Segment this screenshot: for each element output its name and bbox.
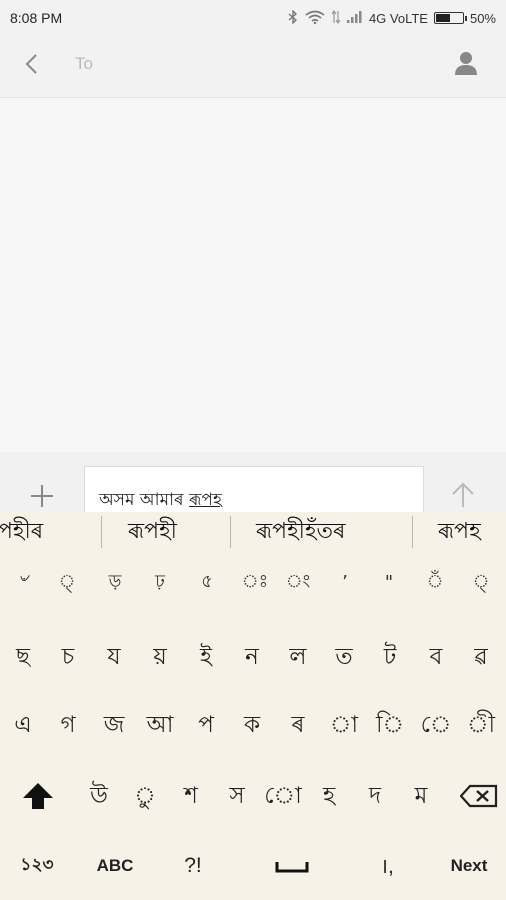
send-button[interactable] bbox=[448, 480, 478, 510]
message-text: অসম আমাৰ bbox=[99, 490, 189, 510]
backspace-icon bbox=[460, 784, 498, 808]
suggestion-bar: পহীৰ ৰূপহী ৰূপহীহঁতৰ ৰূপহ bbox=[0, 512, 506, 552]
key[interactable]: ী bbox=[462, 697, 500, 753]
key[interactable]: ছ bbox=[4, 629, 42, 685]
bluetooth-icon bbox=[287, 8, 299, 27]
data-arrows-icon bbox=[331, 9, 341, 27]
suggestion-4[interactable]: ৰূপহ bbox=[438, 512, 481, 552]
wifi-icon bbox=[305, 10, 325, 27]
key-row-4: ১২৩ ABC ?! ।, Next bbox=[0, 836, 506, 896]
key[interactable]: ঢ় bbox=[140, 562, 180, 602]
numbers-key[interactable]: ১২৩ bbox=[12, 836, 62, 896]
back-button[interactable] bbox=[18, 50, 48, 80]
key-row-2: এ গ জ আ প ক ৰ া ি ে ী bbox=[0, 697, 506, 753]
key[interactable]: ং bbox=[283, 562, 313, 602]
key[interactable]: ব bbox=[417, 629, 455, 685]
punctuation-key[interactable]: ?! bbox=[168, 836, 218, 896]
suggestion-3[interactable]: ৰূপহীহঁতৰ bbox=[256, 512, 345, 552]
key[interactable]: ঃ bbox=[240, 562, 270, 602]
key[interactable]: া bbox=[325, 697, 363, 753]
key[interactable]: ্ bbox=[466, 562, 496, 602]
key[interactable]: ু bbox=[126, 768, 164, 824]
key-row-3: উ ু শ স ো হ দ ম bbox=[0, 768, 506, 824]
key[interactable]: ৱ bbox=[462, 629, 500, 685]
key[interactable]: প bbox=[187, 697, 225, 753]
key[interactable]: এ bbox=[4, 697, 42, 753]
key[interactable]: ৫ bbox=[192, 562, 222, 602]
key[interactable]: ে bbox=[417, 697, 455, 753]
key[interactable]: ই bbox=[187, 629, 225, 685]
person-icon bbox=[455, 52, 477, 75]
status-bar: 8:08 PM 4G VoLTE 50% bbox=[0, 0, 506, 36]
suggestion-2[interactable]: ৰূপহী bbox=[128, 512, 177, 552]
divider bbox=[412, 516, 413, 548]
compose-header: To bbox=[0, 36, 506, 98]
key[interactable]: হ bbox=[310, 768, 348, 824]
key[interactable]: য় bbox=[141, 629, 179, 685]
backspace-key[interactable] bbox=[456, 768, 502, 824]
key[interactable]: ৰ bbox=[279, 697, 317, 753]
key[interactable]: জ bbox=[95, 697, 133, 753]
shift-icon bbox=[23, 783, 53, 809]
shift-key[interactable] bbox=[18, 768, 58, 824]
key[interactable]: স bbox=[218, 768, 256, 824]
key[interactable]: ট bbox=[371, 629, 409, 685]
key-row-0: ৺ ্ ড় ঢ় ৫ ঃ ং ’ " ঁ ্ bbox=[0, 562, 506, 602]
contact-picker-button[interactable] bbox=[450, 48, 482, 80]
key[interactable]: ন bbox=[233, 629, 271, 685]
key[interactable]: ্ bbox=[52, 562, 82, 602]
key[interactable]: ত bbox=[325, 629, 363, 685]
key[interactable]: ’ bbox=[330, 562, 360, 602]
composing-word: ৰূপহ bbox=[188, 490, 222, 510]
keyboard: পহীৰ ৰূপহী ৰূপহীহঁতৰ ৰূপহ ৺ ্ ড় ঢ় ৫ ঃ … bbox=[0, 512, 506, 900]
battery-percent: 50% bbox=[469, 10, 496, 26]
key[interactable]: শ bbox=[172, 768, 210, 824]
divider bbox=[230, 516, 231, 548]
key[interactable]: ড় bbox=[95, 562, 135, 602]
key[interactable]: য bbox=[95, 629, 133, 685]
next-key[interactable]: Next bbox=[440, 836, 498, 896]
key[interactable]: চ bbox=[49, 629, 87, 685]
status-indicators: 4G VoLTE 50% bbox=[287, 8, 496, 27]
key[interactable]: ো bbox=[264, 768, 302, 824]
key[interactable]: আ bbox=[141, 697, 179, 753]
key[interactable]: ম bbox=[402, 768, 440, 824]
message-input[interactable]: অসম আমাৰ ৰূপহ bbox=[84, 466, 424, 516]
key[interactable]: উ bbox=[80, 768, 118, 824]
key[interactable]: " bbox=[374, 562, 404, 602]
key[interactable]: দ bbox=[356, 768, 394, 824]
key[interactable]: ল bbox=[279, 629, 317, 685]
key[interactable]: ঁ bbox=[420, 562, 450, 602]
status-time: 8:08 PM bbox=[10, 10, 63, 26]
suggestion-1[interactable]: পহীৰ bbox=[0, 512, 43, 552]
space-icon bbox=[275, 862, 309, 873]
attach-button[interactable] bbox=[28, 482, 56, 510]
divider bbox=[101, 516, 102, 548]
key[interactable]: গ bbox=[49, 697, 87, 753]
compose-bar: অসম আমাৰ ৰূপহ bbox=[0, 452, 506, 516]
message-thread-area bbox=[0, 98, 506, 452]
key[interactable]: ক bbox=[233, 697, 271, 753]
arrow-up-icon bbox=[452, 482, 474, 507]
period-comma-key[interactable]: ।, bbox=[362, 836, 412, 896]
battery-icon bbox=[433, 12, 467, 24]
plus-icon bbox=[31, 485, 53, 507]
key-row-1: ছ চ য য় ই ন ল ত ট ব ৱ bbox=[0, 629, 506, 685]
chevron-left-icon bbox=[25, 54, 37, 74]
network-label: 4G VoLTE bbox=[368, 10, 428, 26]
abc-key[interactable]: ABC bbox=[88, 836, 142, 896]
key[interactable]: ি bbox=[371, 697, 409, 753]
key[interactable]: ৺ bbox=[8, 562, 38, 602]
signal-icon bbox=[346, 10, 363, 26]
recipient-field[interactable]: To bbox=[75, 54, 93, 74]
space-key[interactable] bbox=[254, 836, 330, 896]
